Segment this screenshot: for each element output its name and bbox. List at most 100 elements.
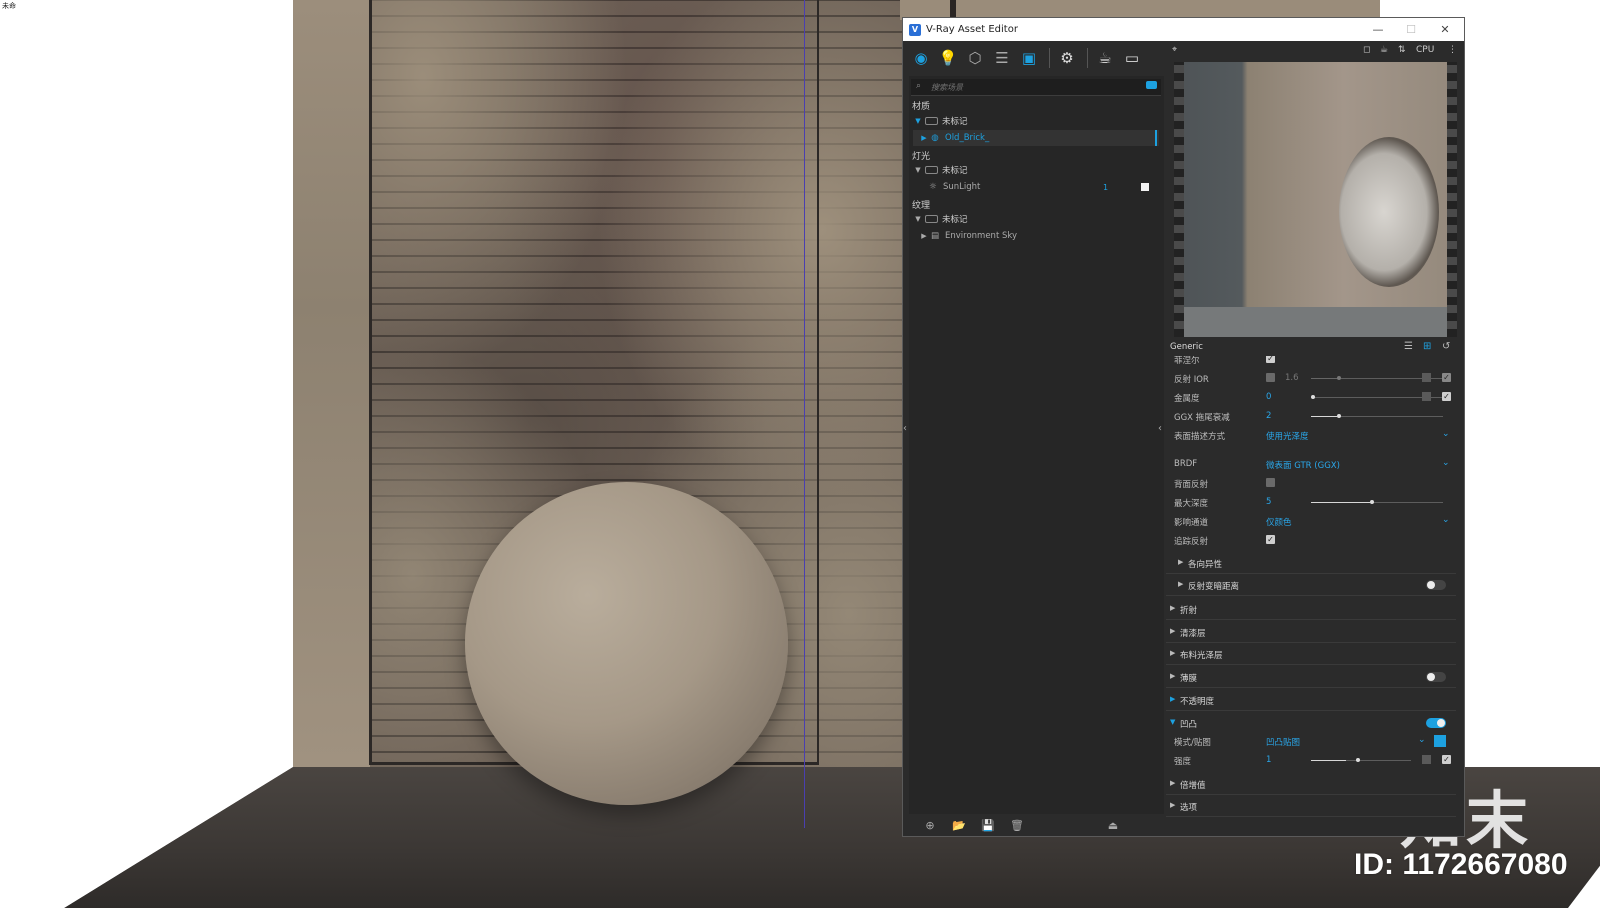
metalness-enable[interactable]: ✓ <box>1442 392 1451 401</box>
textures-group-row[interactable]: ▼ 未标记 <box>913 211 1159 227</box>
render-mode-label[interactable]: CPU <box>1416 45 1434 55</box>
back-reflect-label: 背面反射 <box>1174 480 1209 490</box>
chevron-down-icon[interactable]: ⌄ <box>1442 458 1450 468</box>
section-options[interactable]: ▶ 选项 <box>1166 796 1456 817</box>
bump-amount-enable[interactable]: ✓ <box>1442 755 1451 764</box>
selection-indicator <box>1155 130 1157 146</box>
bump-amount-row: 强度 1 ✓ <box>1166 751 1456 770</box>
preview-teapot-icon[interactable]: ☕ <box>1380 45 1388 55</box>
reflection-ior-label: 反射 IOR <box>1174 375 1209 385</box>
delete-icon[interactable]: 🗑 <box>1009 819 1025 832</box>
filter-icon[interactable] <box>1146 81 1157 89</box>
material-sphere-icon: ◍ <box>931 133 939 143</box>
preview-floor <box>1174 307 1457 337</box>
reflection-ior-value[interactable]: 1.6 <box>1285 373 1299 383</box>
max-depth-value[interactable]: 5 <box>1266 497 1271 507</box>
materials-group-row[interactable]: ▼ 未标记 <box>913 113 1159 129</box>
trace-reflections-checkbox[interactable]: ✓ <box>1266 535 1275 544</box>
layers-icon[interactable]: ☰ <box>990 46 1014 70</box>
vray-logo-icon: V <box>909 23 921 36</box>
materials-icon[interactable]: ◉ <box>909 46 933 70</box>
reflection-ior-enable[interactable]: ✓ <box>1442 373 1451 382</box>
chevron-down-icon[interactable]: ⌄ <box>1442 515 1450 525</box>
sun-icon: ☼ <box>929 182 937 192</box>
layers-add-icon[interactable]: ⊞ <box>1423 341 1431 352</box>
properties-panel[interactable]: 菲涅尔 ✓ 反射 IOR 1.6 ✓ 金属度 0 ✓ GGX 拖尾衰减 2 表面… <box>1166 356 1456 818</box>
asset-toolbar: ◉ 💡 ⬡ ☰ ▣ ⚙ ☕ ▭ <box>909 43 1164 73</box>
cleanup-icon[interactable]: ⏏ <box>1105 819 1121 832</box>
collapse-arrow-icon[interactable]: ▶ <box>919 232 929 240</box>
max-depth-slider[interactable] <box>1311 500 1443 504</box>
section-multiplier[interactable]: ▶ 倍增值 <box>1166 774 1456 795</box>
section-reflection-dim[interactable]: ▶ 反射变暗距离 <box>1166 575 1456 596</box>
section-thin-film[interactable]: ▶ 薄膜 <box>1166 667 1456 688</box>
minimize-button[interactable]: — <box>1363 18 1393 41</box>
title-bar[interactable]: V V-Ray Asset Editor — ☐ ✕ <box>903 18 1464 41</box>
metalness-value[interactable]: 0 <box>1266 392 1271 402</box>
material-type-label: Generic <box>1170 342 1203 352</box>
bump-amount-label: 强度 <box>1174 757 1192 767</box>
open-file-icon[interactable]: 📂 <box>951 819 967 832</box>
section-opacity[interactable]: ▶ 不透明度 <box>1166 690 1456 711</box>
lights-icon[interactable]: 💡 <box>936 46 960 70</box>
section-refraction[interactable]: ▶ 折射 <box>1166 599 1456 620</box>
collapse-left-icon[interactable]: ‹ <box>903 423 907 434</box>
preview-shape-icon[interactable]: ◻ <box>1363 45 1370 55</box>
reset-icon[interactable]: ↺ <box>1442 341 1450 352</box>
bump-amount-slider[interactable] <box>1311 758 1411 762</box>
affect-channels-select[interactable]: 仅颜色 <box>1266 516 1292 528</box>
bump-texture-icon[interactable] <box>1434 735 1446 747</box>
reflection-ior-lock[interactable] <box>1266 373 1275 382</box>
add-asset-icon[interactable]: ⊕ <box>922 819 938 832</box>
bump-amount-value[interactable]: 1 <box>1266 755 1271 765</box>
maximize-button[interactable]: ☐ <box>1396 18 1426 41</box>
more-options-icon[interactable]: ⋮ <box>1448 45 1457 55</box>
thin-film-toggle[interactable] <box>1426 672 1446 682</box>
surface-mode-select[interactable]: 使用光泽度 <box>1266 430 1309 442</box>
texture-slot-icon[interactable] <box>1422 392 1431 401</box>
sliders-icon[interactable]: ☰ <box>1404 341 1413 352</box>
save-icon[interactable]: 💾 <box>980 819 996 832</box>
section-sheen[interactable]: ▶ 布料光泽层 <box>1166 644 1456 665</box>
collapse-arrow-icon[interactable]: ▶ <box>919 134 929 142</box>
close-button[interactable]: ✕ <box>1430 18 1460 41</box>
expand-arrow-icon[interactable]: ▼ <box>913 166 923 174</box>
chevron-down-icon[interactable]: ⌄ <box>1418 735 1426 745</box>
chevron-down-icon[interactable]: ⌄ <box>1442 429 1450 439</box>
light-color-swatch[interactable] <box>1141 183 1149 191</box>
texture-slot-icon[interactable] <box>1422 373 1431 382</box>
frame-buffer-icon[interactable]: ▭ <box>1120 46 1144 70</box>
search-field[interactable]: ⌕ <box>911 79 1161 96</box>
bump-mode-select[interactable]: 凹凸贴图 <box>1266 736 1300 748</box>
brdf-select[interactable]: 微表面 GTR (GGX) <box>1266 459 1340 471</box>
fresnel-checkbox[interactable]: ✓ <box>1266 356 1275 363</box>
expand-arrow-icon[interactable]: ▼ <box>913 117 923 125</box>
reflection-dim-toggle[interactable] <box>1426 580 1446 590</box>
render-teapot-icon[interactable]: ☕ <box>1093 46 1117 70</box>
update-icon[interactable]: ⇅ <box>1398 45 1406 55</box>
settings-icon[interactable]: ⚙ <box>1055 46 1079 70</box>
back-reflect-checkbox[interactable] <box>1266 478 1275 487</box>
window-title: V-Ray Asset Editor <box>926 24 1018 35</box>
material-item-old-brick[interactable]: ▶ ◍ Old_Brick_ <box>913 130 1159 146</box>
bump-toggle[interactable] <box>1426 718 1446 728</box>
light-item-sunlight[interactable]: ☼ SunLight 1 <box>913 179 1159 195</box>
texture-item-environment-sky[interactable]: ▶ ▤ Environment Sky <box>913 228 1159 244</box>
section-anisotropy[interactable]: ▶ 各向异性 <box>1166 553 1456 574</box>
texture-slot-icon[interactable] <box>1422 755 1431 764</box>
search-input[interactable] <box>929 80 1133 95</box>
geometry-icon[interactable]: ⬡ <box>963 46 987 70</box>
pin-icon[interactable]: ⌖ <box>1172 45 1177 55</box>
material-sphere[interactable] <box>465 482 788 805</box>
expand-arrow-icon[interactable]: ▼ <box>913 215 923 223</box>
textures-icon[interactable]: ▣ <box>1017 46 1041 70</box>
category-materials: 材质 <box>912 102 931 112</box>
lights-group-row[interactable]: ▼ 未标记 <box>913 162 1159 178</box>
expand-arrow-icon: ▶ <box>1178 558 1184 566</box>
collapse-middle-icon[interactable]: ‹ <box>1158 423 1162 434</box>
ggx-tail-slider[interactable] <box>1311 414 1443 418</box>
surface-mode-label: 表面描述方式 <box>1174 432 1226 442</box>
section-coat[interactable]: ▶ 清漆层 <box>1166 622 1456 643</box>
section-bump[interactable]: ▼ 凹凸 <box>1166 713 1456 733</box>
ggx-tail-value[interactable]: 2 <box>1266 411 1271 421</box>
